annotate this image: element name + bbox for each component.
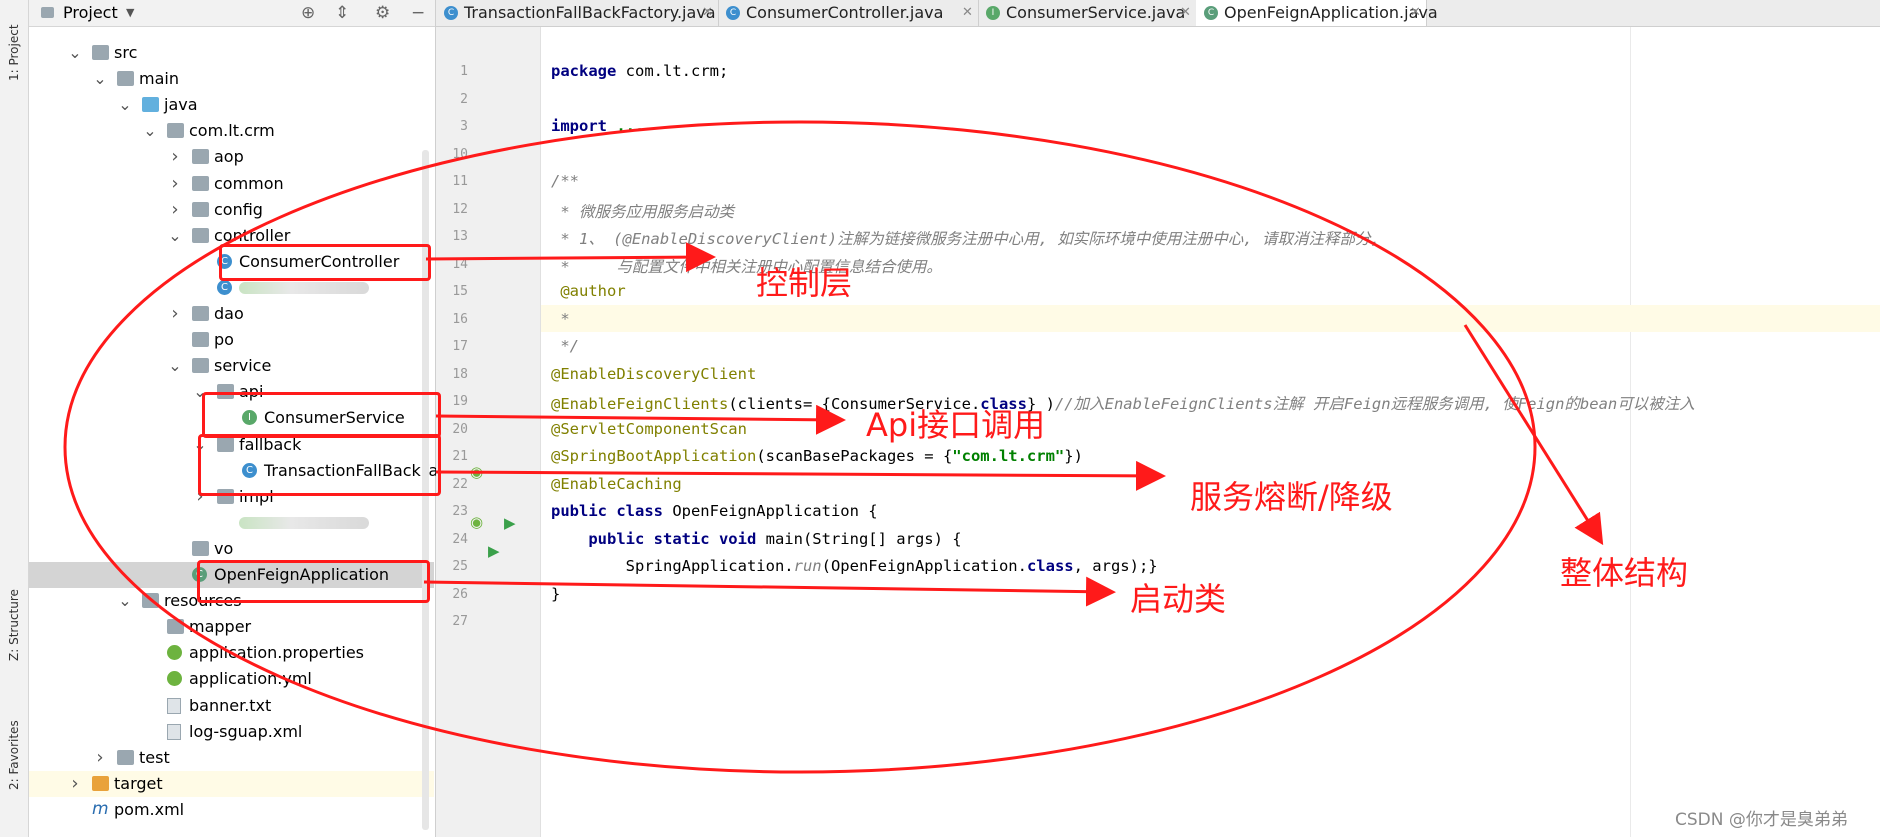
startup-arrow [423,576,1116,607]
controller-highlight-box [219,244,431,281]
fallback-annotation: 服务熔断/降级 [1190,478,1393,516]
startup-highlight-box [197,560,430,603]
api-highlight-box [202,392,441,438]
controller-annotation: 控制层 [756,264,853,302]
fallback-highlight-box [198,434,441,496]
api-arrow [435,404,846,435]
overall-annotation: 整体结构 [1560,554,1689,592]
api-annotation: Api接口调用 [866,406,1046,444]
watermark: CSDN @你才是臭弟弟 [1675,810,1848,830]
overall-arrow [1463,324,1604,546]
controller-arrow [425,242,716,273]
fallback-arrow [435,460,1166,491]
startup-annotation: 启动类 [1130,580,1227,618]
